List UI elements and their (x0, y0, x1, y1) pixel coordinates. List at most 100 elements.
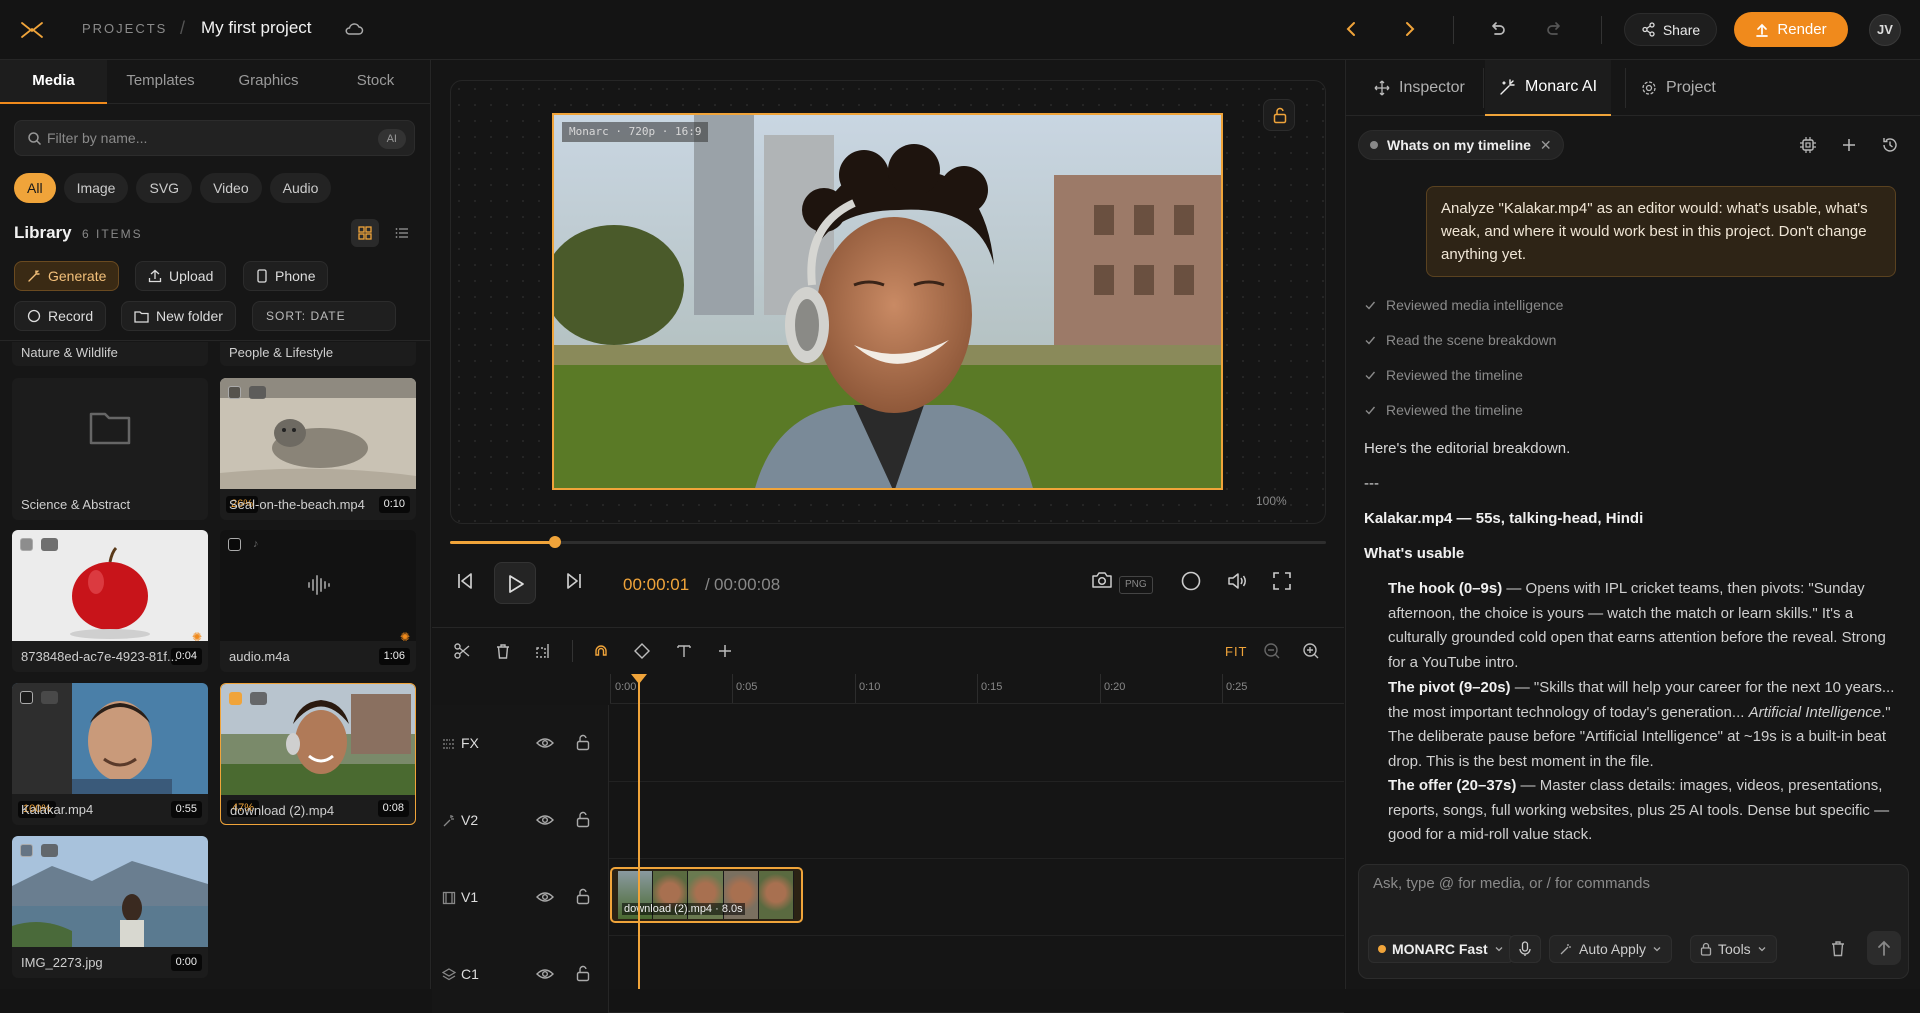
tab-inspector[interactable]: Inspector (1360, 60, 1479, 116)
unlock-icon[interactable] (575, 888, 591, 905)
camera-snapshot-icon[interactable] (1091, 570, 1113, 590)
breadcrumb-projects[interactable]: PROJECTS (82, 21, 167, 36)
lock-canvas-button[interactable] (1263, 99, 1295, 131)
scissors-icon[interactable] (453, 642, 471, 660)
media-tile[interactable]: ✺ 0:04 873848ed-ac7e-4923-81f... (12, 530, 208, 672)
unlock-icon[interactable] (575, 734, 591, 751)
tab-templates[interactable]: Templates (107, 72, 214, 89)
text-tool-icon[interactable] (675, 642, 693, 660)
fit-timeline-button[interactable]: FIT (1225, 644, 1248, 659)
media-tile-selected[interactable]: 47% 0:08 download (2).mp4 (220, 683, 416, 825)
cloud-sync-icon[interactable] (344, 20, 364, 38)
media-tile[interactable]: ♪ ✺ 1:06 audio.m4a (220, 530, 416, 672)
play-button[interactable] (494, 562, 536, 604)
zoom-in-icon[interactable] (1302, 642, 1320, 660)
history-icon[interactable] (1881, 136, 1899, 154)
filter-svg[interactable]: SVG (136, 173, 193, 203)
close-icon[interactable]: ✕ (1540, 137, 1552, 154)
render-button[interactable]: Render (1734, 12, 1848, 47)
ruler-label: 0:25 (1226, 681, 1248, 693)
skip-back-icon[interactable] (454, 570, 476, 592)
chip-settings-icon[interactable] (1799, 136, 1817, 154)
redo-icon[interactable] (1544, 18, 1566, 40)
list-view-button[interactable] (388, 219, 416, 247)
ai-search-badge[interactable]: AI (377, 129, 406, 149)
scrubber-handle[interactable] (549, 536, 562, 548)
track-fx[interactable]: FX (432, 705, 1344, 782)
upload-button[interactable]: Upload (135, 261, 227, 291)
folder-tile[interactable]: Science & Abstract (12, 378, 208, 520)
media-tile[interactable]: 26% 0:10 Seal-on-the-beach.mp4 (220, 378, 416, 520)
tab-media[interactable]: Media (0, 72, 107, 89)
media-name: Kalakar.mp4 (21, 802, 94, 817)
eye-icon[interactable] (536, 813, 554, 827)
undo-icon[interactable] (1486, 18, 1508, 40)
zoom-out-icon[interactable] (1263, 642, 1281, 660)
chevron-left-icon[interactable] (1340, 18, 1362, 40)
select-checkbox[interactable] (20, 844, 33, 857)
tab-divider (1483, 68, 1484, 108)
trash-icon[interactable] (494, 642, 512, 660)
voice-input-button[interactable] (1509, 935, 1541, 963)
sort-dropdown[interactable]: SORT: DATE (252, 301, 396, 331)
keyframe-diamond-icon[interactable] (633, 642, 651, 660)
new-chat-plus-icon[interactable] (1840, 136, 1858, 154)
filter-video[interactable]: Video (200, 173, 262, 203)
preview-zoom[interactable]: 100% (1256, 494, 1287, 508)
filter-all[interactable]: All (14, 173, 56, 203)
generate-button[interactable]: Generate (14, 261, 120, 291)
select-checkbox[interactable] (228, 386, 241, 399)
project-title[interactable]: My first project (201, 18, 312, 38)
tab-project[interactable]: Project (1627, 60, 1730, 116)
folder-tile[interactable]: People & Lifestyle (220, 342, 416, 366)
filter-audio[interactable]: Audio (269, 173, 332, 203)
eye-icon[interactable] (536, 890, 554, 904)
select-checkbox-checked[interactable] (229, 692, 242, 705)
media-tile[interactable]: 100% 0:55 Kalakar.mp4 (12, 683, 208, 825)
tab-monarc-ai[interactable]: Monarc AI (1485, 60, 1612, 116)
track-c1[interactable]: C1 (432, 936, 1344, 1013)
timeline-ruler[interactable]: 0:00 0:05 0:10 0:15 0:20 0:25 (610, 674, 1344, 704)
magnet-snap-icon[interactable] (592, 642, 610, 660)
send-button[interactable] (1867, 931, 1901, 965)
select-checkbox[interactable] (20, 538, 33, 551)
playback-scrubber[interactable] (450, 536, 1326, 548)
snapshot-format-badge[interactable]: PNG (1119, 576, 1153, 594)
tab-stock[interactable]: Stock (322, 72, 429, 89)
grid-view-button[interactable] (351, 219, 379, 247)
folder-tile[interactable]: Nature & Wildlife (12, 342, 208, 366)
unlock-icon[interactable] (575, 811, 591, 828)
tab-graphics[interactable]: Graphics (215, 72, 322, 89)
monarc-logo-icon[interactable] (20, 19, 44, 41)
new-folder-button[interactable]: New folder (121, 301, 236, 331)
select-checkbox[interactable] (228, 538, 241, 551)
playhead[interactable] (638, 674, 640, 989)
clear-chat-trash-icon[interactable] (1830, 940, 1846, 957)
loop-circle-icon[interactable] (1180, 570, 1202, 592)
tools-dropdown[interactable]: Tools (1690, 935, 1777, 963)
auto-apply-toggle[interactable]: Auto Apply (1549, 935, 1672, 963)
chevron-right-icon[interactable] (1399, 18, 1421, 40)
media-tile[interactable]: 0:00 IMG_2273.jpg (12, 836, 208, 978)
eye-icon[interactable] (536, 967, 554, 981)
track-v1[interactable]: V1 download (2).mp4 · 8.0s (432, 859, 1344, 936)
chat-thread-tab[interactable]: Whats on my timeline ✕ (1358, 130, 1564, 160)
record-button[interactable]: Record (14, 301, 107, 331)
model-selector[interactable]: MONARC Fast (1368, 935, 1514, 963)
track-v2[interactable]: V2 (432, 782, 1344, 859)
chat-input[interactable] (1373, 875, 1893, 905)
fullscreen-icon[interactable] (1271, 570, 1293, 592)
share-button[interactable]: Share (1624, 13, 1717, 46)
skip-forward-icon[interactable] (563, 570, 585, 592)
volume-icon[interactable] (1226, 570, 1248, 592)
eye-icon[interactable] (536, 736, 554, 750)
user-avatar[interactable]: JV (1869, 14, 1901, 46)
add-track-icon[interactable] (716, 642, 734, 660)
unlock-icon[interactable] (575, 965, 591, 982)
filter-image[interactable]: Image (63, 173, 129, 203)
split-clip-icon[interactable] (535, 642, 553, 660)
search-input[interactable] (47, 121, 367, 155)
select-checkbox[interactable] (20, 691, 33, 704)
phone-button[interactable]: Phone (243, 261, 329, 291)
video-preview[interactable]: Monarc · 720p · 16:9 (552, 113, 1223, 490)
